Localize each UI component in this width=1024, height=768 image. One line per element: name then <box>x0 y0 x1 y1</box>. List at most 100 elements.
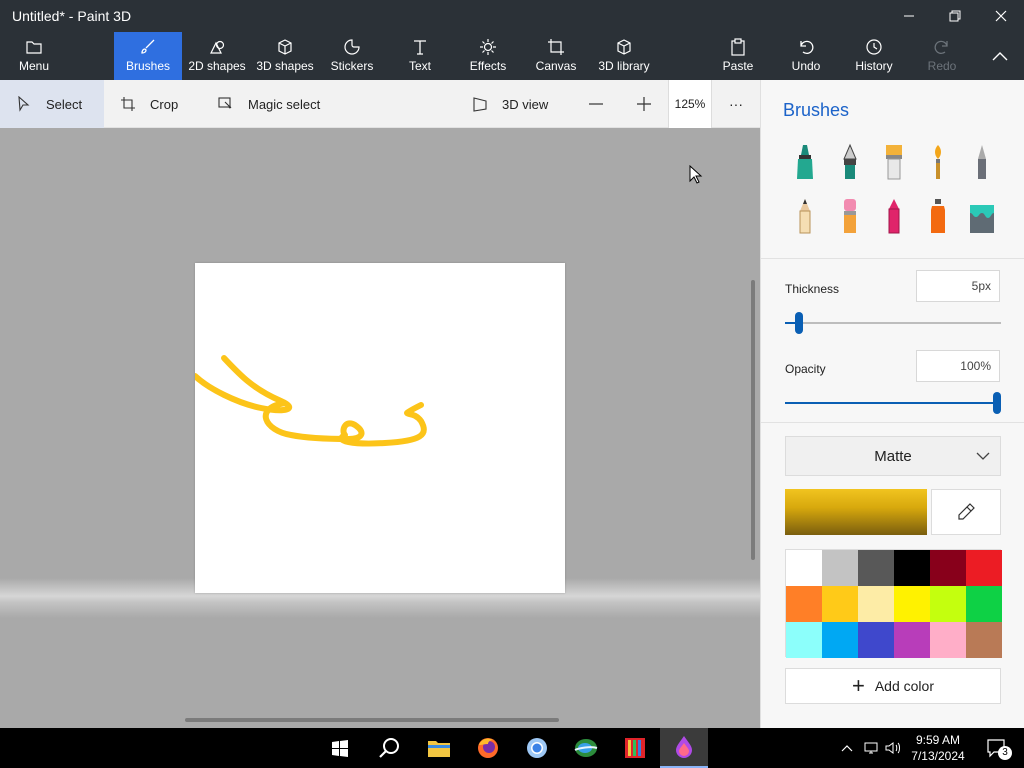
cursor-select-icon <box>18 96 30 112</box>
oil-brush[interactable] <box>879 142 909 182</box>
zoom-in-button[interactable] <box>634 80 654 128</box>
tab-canvas[interactable]: Canvas <box>534 32 578 80</box>
network-button[interactable] <box>860 728 882 768</box>
chrome-button[interactable] <box>513 728 561 768</box>
color-swatch[interactable] <box>786 586 822 622</box>
volume-button[interactable] <box>882 728 904 768</box>
start-button[interactable] <box>316 728 364 768</box>
menu-button[interactable]: Menu <box>10 32 58 80</box>
color-swatch[interactable] <box>786 550 822 586</box>
color-swatch[interactable] <box>858 622 894 658</box>
color-swatch[interactable] <box>822 550 858 586</box>
opacity-slider-thumb[interactable] <box>993 392 1001 414</box>
color-swatch[interactable] <box>858 550 894 586</box>
opacity-input[interactable]: 100% <box>916 350 1000 382</box>
add-color-button[interactable]: + Add color <box>785 668 1001 704</box>
tab-effects[interactable]: Effects <box>466 32 510 80</box>
close-button[interactable] <box>978 0 1024 32</box>
paint-3d-taskbar-button[interactable] <box>660 728 708 768</box>
color-swatch[interactable] <box>966 550 1002 586</box>
thickness-slider[interactable] <box>785 312 1001 334</box>
magic-select-label: Magic select <box>248 96 321 112</box>
file-explorer-button[interactable] <box>415 728 463 768</box>
redo-button[interactable]: Redo <box>922 32 962 80</box>
fill-bucket-tool[interactable] <box>967 196 997 236</box>
magic-select-button[interactable]: Magic select <box>218 80 320 128</box>
search-button[interactable] <box>365 728 413 768</box>
notifications-button[interactable]: 3 <box>982 728 1012 768</box>
restore-icon <box>949 10 961 22</box>
spray-can-brush[interactable] <box>923 196 953 236</box>
more-options-button[interactable]: ··· <box>726 80 746 128</box>
thickness-input[interactable]: 5px <box>916 270 1000 302</box>
canvas-workspace[interactable] <box>0 128 760 728</box>
cube-icon <box>278 39 292 55</box>
brush-stroke <box>192 355 427 447</box>
collapse-ribbon-button[interactable] <box>984 32 1016 80</box>
tab-3d-library[interactable]: 3D library <box>596 32 652 80</box>
history-button[interactable]: History <box>852 32 896 80</box>
color-swatch[interactable] <box>930 550 966 586</box>
zoom-out-button[interactable] <box>586 80 606 128</box>
tab-brushes[interactable]: Brushes <box>114 32 182 80</box>
undo-icon <box>800 40 814 55</box>
clock-date: 7/13/2024 <box>911 749 965 763</box>
color-swatch[interactable] <box>894 586 930 622</box>
paste-button[interactable]: Paste <box>718 32 758 80</box>
firefox-button[interactable] <box>464 728 512 768</box>
sticker-icon <box>344 39 360 55</box>
watercolor-brush[interactable] <box>923 142 953 182</box>
thickness-slider-thumb[interactable] <box>795 312 803 334</box>
tab-canvas-label: Canvas <box>535 59 577 73</box>
edge-button[interactable] <box>562 728 610 768</box>
tab-text[interactable]: Text <box>398 32 442 80</box>
opacity-slider[interactable] <box>785 392 1001 414</box>
show-hidden-icons-button[interactable] <box>836 728 858 768</box>
system-clock[interactable]: 9:59 AM 7/13/2024 <box>905 732 971 764</box>
tab-stickers[interactable]: Stickers <box>326 32 378 80</box>
zoom-level[interactable]: 125% <box>668 80 712 128</box>
fountain-pen-icon <box>843 143 857 179</box>
oil-brush-icon <box>886 145 902 180</box>
color-swatch[interactable] <box>822 622 858 658</box>
undo-button[interactable]: Undo <box>786 32 826 80</box>
color-swatch[interactable] <box>930 586 966 622</box>
chevron-up-icon <box>992 52 1008 61</box>
crayon-brush[interactable] <box>879 196 909 236</box>
color-swatch[interactable] <box>966 586 1002 622</box>
color-swatch[interactable] <box>894 550 930 586</box>
color-swatch[interactable] <box>894 622 930 658</box>
color-swatch[interactable] <box>858 586 894 622</box>
drawing-canvas[interactable] <box>192 263 565 593</box>
select-tool-button[interactable]: Select <box>0 80 104 128</box>
tab-stickers-label: Stickers <box>330 59 374 73</box>
winrar-button[interactable] <box>611 728 659 768</box>
color-swatch[interactable] <box>786 622 822 658</box>
tab-2d-shapes[interactable]: 2D shapes <box>186 32 248 80</box>
eraser-brush[interactable] <box>835 196 865 236</box>
crop-icon <box>121 97 135 111</box>
color-swatch[interactable] <box>822 586 858 622</box>
opacity-label: Opacity <box>785 362 826 376</box>
view-3d-button[interactable]: 3D view <box>472 80 548 128</box>
add-color-label: Add color <box>874 678 934 694</box>
current-color-swatch[interactable] <box>785 489 927 535</box>
finish-dropdown[interactable]: Matte <box>785 436 1001 476</box>
pencil-brush[interactable] <box>790 196 820 236</box>
tab-3d-shapes[interactable]: 3D shapes <box>254 32 316 80</box>
crop-button[interactable]: Crop <box>120 80 178 128</box>
pixel-pen-brush[interactable] <box>967 142 997 182</box>
opacity-slider-fill <box>785 402 997 404</box>
restore-button[interactable] <box>932 0 978 32</box>
finish-value: Matte <box>874 447 912 465</box>
marker-brush[interactable] <box>790 142 820 182</box>
minimize-button[interactable] <box>886 0 932 32</box>
horizontal-scrollbar[interactable] <box>185 718 559 722</box>
eyedropper-button[interactable] <box>931 489 1001 535</box>
network-icon <box>864 742 878 754</box>
calligraphy-pen-brush[interactable] <box>835 142 865 182</box>
crop-label: Crop <box>150 96 179 112</box>
color-swatch[interactable] <box>930 622 966 658</box>
color-swatch[interactable] <box>966 622 1002 658</box>
vertical-scrollbar[interactable] <box>751 280 755 560</box>
